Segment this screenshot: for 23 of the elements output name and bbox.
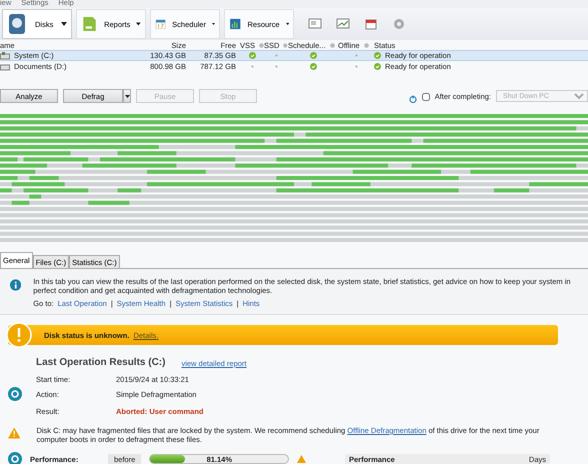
graph-icon[interactable] [336, 17, 350, 31]
drive-icon [0, 52, 10, 60]
info-icon [259, 42, 264, 48]
info-icon [283, 42, 288, 48]
warning-icon [6, 322, 32, 348]
info-icon [10, 277, 22, 293]
window-icon[interactable] [308, 17, 322, 31]
power-icon [408, 95, 417, 103]
caret-icon [136, 22, 141, 26]
results-title: Last Operation Results (C:) [36, 357, 166, 369]
caret-icon [212, 22, 215, 26]
drive-icon [0, 62, 10, 70]
info-icon [330, 42, 335, 48]
caret-icon [286, 22, 289, 26]
info-icon [364, 42, 369, 48]
check-icon [374, 63, 381, 70]
dropdown-button[interactable] [123, 89, 131, 103]
check-icon [374, 52, 381, 59]
caret-icon [124, 95, 130, 98]
caret-icon [61, 22, 67, 26]
warning-icon [8, 426, 20, 440]
warning-icon [297, 455, 306, 463]
calendar-icon[interactable] [364, 17, 378, 31]
